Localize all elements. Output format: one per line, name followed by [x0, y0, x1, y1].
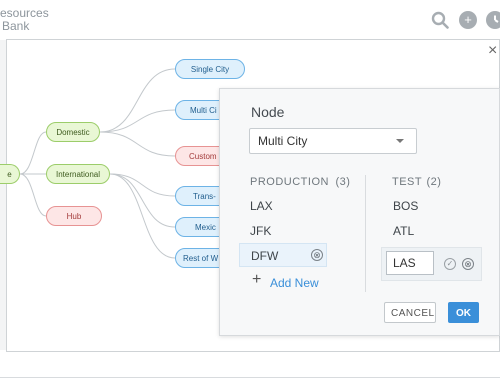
tree-node-domestic[interactable]: Domestic: [46, 122, 100, 142]
node-select[interactable]: Multi City: [249, 128, 417, 154]
ok-button[interactable]: OK: [448, 302, 479, 323]
test-edit-input[interactable]: [386, 251, 434, 275]
tree-node-single-city[interactable]: Single City: [175, 59, 245, 79]
cancel-edit-icon[interactable]: ⊗: [462, 258, 474, 270]
chevron-down-icon: [396, 139, 404, 143]
edge-root-domestic: [19, 131, 47, 175]
plus-icon[interactable]: +: [252, 271, 261, 289]
column-divider: [365, 175, 366, 292]
node-select-value: Multi City: [258, 134, 308, 148]
confirm-check-icon[interactable]: ✓: [444, 258, 456, 270]
production-count: (3): [335, 176, 351, 188]
production-item-lax[interactable]: LAX: [250, 199, 273, 213]
tree-node-hub[interactable]: Hub: [46, 206, 102, 226]
edge-intl-rest: [109, 173, 176, 259]
test-item-atl[interactable]: ATL: [393, 224, 414, 238]
test-header-label: TEST: [392, 176, 422, 188]
remove-dfw-icon[interactable]: ⊗: [311, 249, 323, 261]
edge-root-hub: [19, 173, 47, 217]
edge-domestic-custom: [99, 131, 176, 157]
edge-domestic-single: [99, 68, 176, 133]
test-header: TEST (2): [392, 176, 441, 188]
edge-intl-trans: [109, 173, 176, 197]
production-header-label: PRODUCTION: [250, 176, 329, 188]
production-header: PRODUCTION (3): [250, 176, 350, 188]
tree-node-international[interactable]: International: [46, 164, 110, 184]
test-count: (2): [426, 176, 442, 188]
edge-domestic-multi: [99, 109, 176, 133]
test-item-bos[interactable]: BOS: [393, 199, 418, 213]
footer-divider: [0, 377, 500, 378]
production-item-dfw[interactable]: DFW: [251, 249, 278, 263]
add-new-link[interactable]: Add New: [270, 276, 319, 290]
node-label: Node: [251, 104, 285, 120]
tree-node-root[interactable]: e: [0, 164, 20, 184]
production-item-jfk[interactable]: JFK: [250, 224, 271, 238]
edge-intl-mexico: [109, 173, 176, 228]
cancel-button[interactable]: CANCEL: [384, 302, 436, 323]
